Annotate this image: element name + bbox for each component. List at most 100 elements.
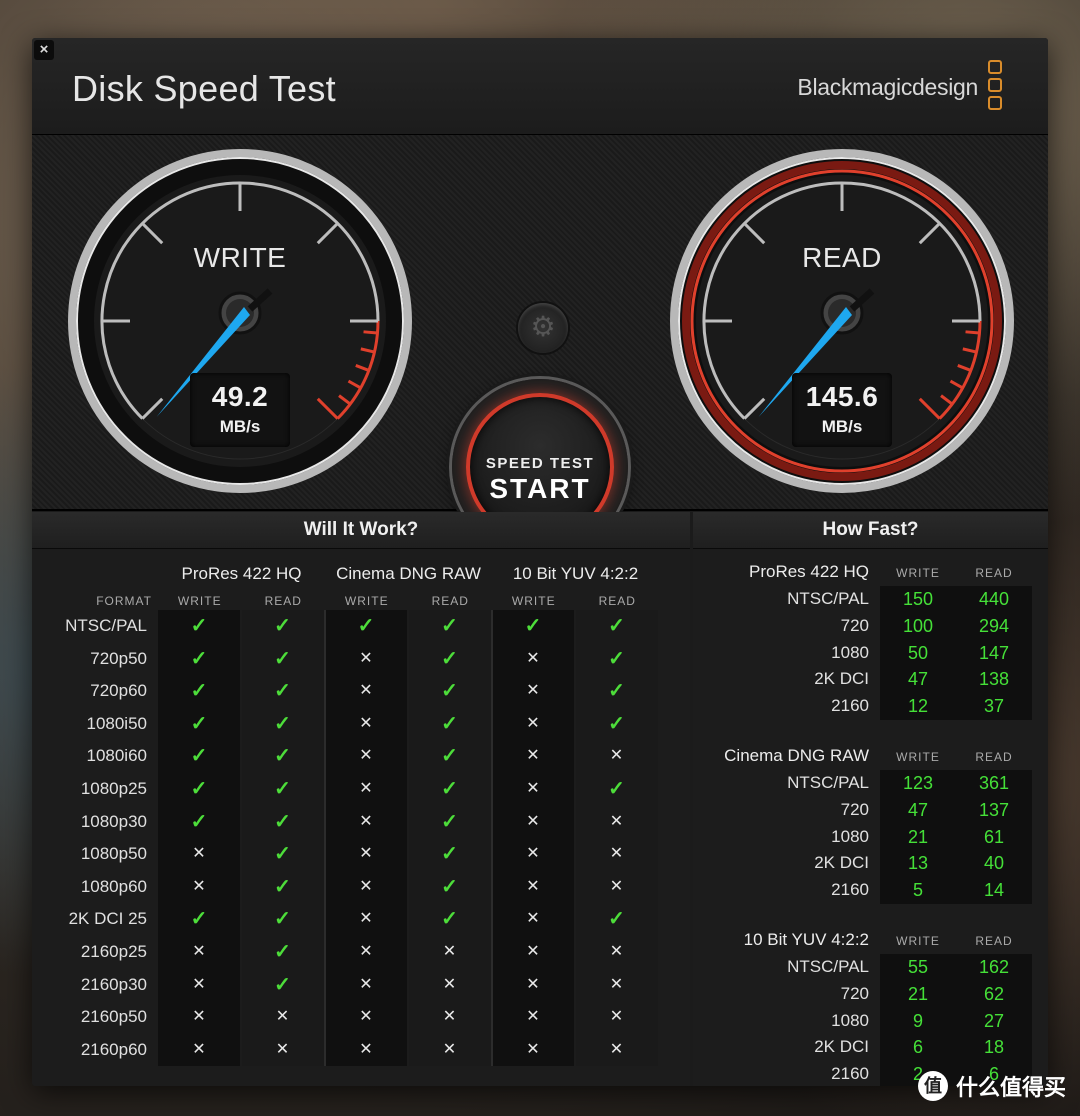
how-fast-codec-title: ProRes 422 HQ [749,562,869,581]
cross-icon: ✕ [325,675,407,708]
cross-icon: ✕ [575,968,658,1002]
write-gauge: WRITE 49.2 MB/s [66,147,414,495]
sub-column-header: WRITE [511,594,556,608]
cross-icon: ✕ [325,740,407,773]
close-window-button[interactable]: × [34,40,54,60]
how-fast-read-fps: 147 [978,642,1010,663]
check-icon: ✓ [158,773,240,806]
how-fast-format-label: 2160 [831,696,869,716]
check-icon: ✓ [241,968,324,1002]
how-fast-format-label: 720 [840,799,869,819]
brand-name: Blackmagicdesign [797,74,978,100]
format-row-label: 2160p30 [80,974,147,994]
cross-icon: ✕ [325,642,407,676]
cross-icon: ✕ [575,936,658,969]
check-icon: ✓ [575,610,658,643]
check-icon: ✓ [241,936,324,969]
how-fast-write-header: WRITE [896,566,940,580]
check-icon: ✓ [241,838,324,871]
read-speed-value: 145.6 [805,381,879,412]
format-row-label: 1080i50 [86,713,147,733]
cross-icon: ✕ [408,968,491,1002]
how-fast-format-label: 2160 [831,880,869,900]
read-speed-unit: MB/s [821,417,863,436]
format-row-label: NTSC/PAL [65,616,147,635]
write-speed-value: 49.2 [211,381,269,412]
check-icon: ✓ [575,642,658,676]
how-fast-write-fps: 21 [907,826,929,847]
format-row-label: 2160p25 [80,942,147,961]
cross-icon: ✕ [492,936,574,969]
cross-icon: ✕ [325,968,407,1002]
sub-column-header: READ [431,594,469,608]
read-readout: 145.6 MB/s [792,373,892,447]
format-row-label: 1080p25 [80,779,147,798]
cross-icon: ✕ [158,870,240,904]
cross-icon: ✕ [492,1033,574,1067]
how-fast-write-header: WRITE [896,934,940,948]
how-fast-format-label: 1080 [831,1010,869,1030]
cross-icon: ✕ [158,1001,240,1034]
format-column-header: FORMAT [96,594,152,608]
how-fast-write-fps: 5 [912,880,923,901]
check-icon: ✓ [158,805,240,839]
how-fast-format-label: NTSC/PAL [787,773,869,792]
cross-icon: ✕ [575,1033,658,1067]
check-icon: ✓ [575,773,658,806]
how-fast-write-fps: 47 [907,669,929,690]
how-fast-read-fps: 440 [978,589,1010,609]
settings-gear-icon[interactable]: ⚙ [518,303,568,353]
check-icon: ✓ [575,707,658,741]
check-icon: ✓ [241,642,324,676]
format-row-label: 2K DCI 25 [68,909,147,929]
cross-icon: ✕ [492,773,574,806]
how-fast-format-label: 720 [840,983,869,1003]
cross-icon: ✕ [158,968,240,1002]
check-icon: ✓ [408,610,491,643]
how-fast-format-label: 1080 [831,642,869,662]
check-icon: ✓ [158,675,240,708]
cross-icon: ✕ [575,870,658,904]
cross-icon: ✕ [325,870,407,904]
cross-icon: ✕ [325,903,407,936]
title-bar: Disk Speed Test Blackmagicdesign [32,38,1048,135]
check-icon: ✓ [241,675,324,708]
cross-icon: ✕ [158,838,240,871]
check-icon: ✓ [241,805,324,839]
cross-icon: ✕ [492,903,574,936]
how-fast-write-fps: 100 [902,615,934,636]
how-fast-write-fps: 13 [907,853,929,874]
format-row-label: 720p60 [90,681,147,701]
how-fast-read-fps: 27 [983,1010,1005,1031]
cross-icon: ✕ [492,805,574,839]
check-icon: ✓ [492,610,574,643]
how-fast-write-fps: 12 [907,696,929,717]
watermark: 值 什么值得买 [917,1070,1066,1102]
how-fast-read-fps: 18 [983,1037,1005,1058]
check-icon: ✓ [158,740,240,773]
how-fast-write-fps: 47 [907,799,929,820]
format-row-label: 1080p50 [80,844,147,864]
sub-column-header: READ [264,594,302,608]
how-fast-write-fps: 123 [902,773,934,793]
start-button-line1: SPEED TEST [485,455,595,472]
check-icon: ✓ [408,903,491,936]
will-it-work-title: Will It Work? [32,512,690,549]
format-row-label: 1080p60 [80,876,147,896]
how-fast-format-label: 2K DCI [814,853,869,873]
how-fast-write-fps: 150 [902,589,934,609]
check-icon: ✓ [158,610,240,643]
check-icon: ✓ [408,675,491,708]
how-fast-read-fps: 361 [978,773,1010,793]
cross-icon: ✕ [492,675,574,708]
check-icon: ✓ [408,838,491,871]
how-fast-read-fps: 137 [978,799,1010,820]
how-fast-write-fps: 50 [907,642,929,663]
cross-icon: ✕ [575,805,658,839]
start-button-line2: START [489,473,591,504]
sub-column-header: WRITE [344,594,389,608]
cross-icon: ✕ [575,838,658,871]
disk-speed-test-window: Disk Speed Test Blackmagicdesign WRITE 4… [32,38,1048,1086]
check-icon: ✓ [408,870,491,904]
codec-header: ProRes 422 HQ [181,564,302,583]
